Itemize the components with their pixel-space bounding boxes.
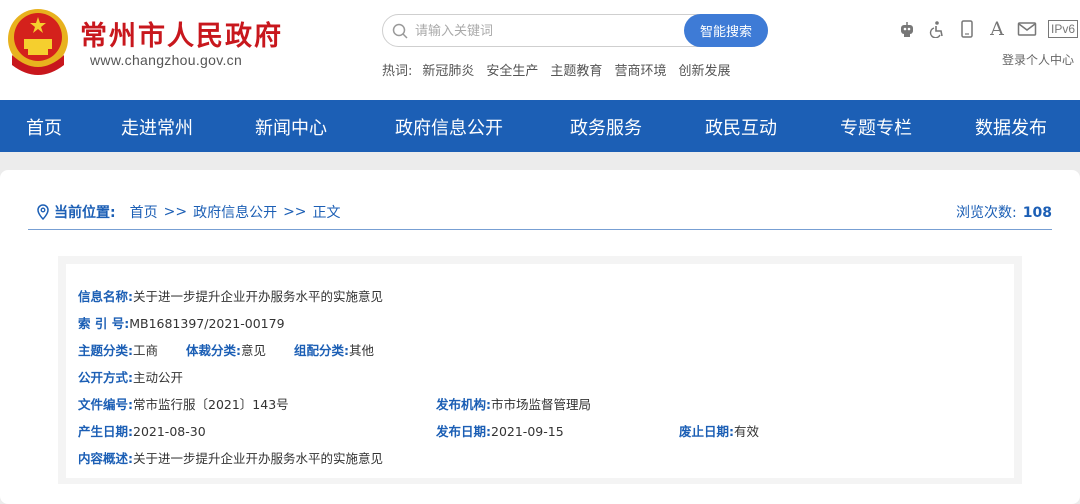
info-row-doc-number: 文件编号:常市监行服〔2021〕143号	[78, 394, 289, 413]
info-row-name: 信息名称:关于进一步提升企业开办服务水平的实施意见	[78, 286, 383, 305]
hot-word-link[interactable]: 创新发展	[678, 60, 730, 79]
info-metadata-box: 信息名称:关于进一步提升企业开办服务水平的实施意见 索 引 号:MB168139…	[58, 256, 1022, 484]
info-row-published-date: 发布日期:2021-09-15	[436, 421, 564, 440]
info-value: 常市监行服〔2021〕143号	[133, 397, 289, 412]
info-row-created-date: 产生日期:2021-08-30	[78, 421, 206, 440]
info-value: 关于进一步提升企业开办服务水平的实施意见	[133, 289, 384, 304]
breadcrumb-separator: >>	[163, 204, 188, 220]
info-value: MB1681397/2021-00179	[129, 316, 285, 331]
view-count: 浏览次数: 108	[956, 202, 1052, 222]
info-value: 市市场监督管理局	[491, 397, 592, 412]
smart-search-button[interactable]: 智能搜索	[684, 14, 768, 47]
info-value: 关于进一步提升企业开办服务水平的实施意见	[133, 451, 384, 466]
national-emblem-icon[interactable]	[4, 5, 72, 77]
info-key: 文件编号:	[78, 397, 133, 412]
location-pin-icon	[37, 204, 49, 220]
info-key: 组配分类:	[294, 343, 349, 358]
info-row-index: 索 引 号:MB1681397/2021-00179	[78, 313, 285, 332]
info-key: 体裁分类:	[186, 343, 241, 358]
hot-word-link[interactable]: 营商环境	[614, 60, 666, 79]
info-value: 其他	[349, 343, 375, 358]
nav-item-gov-services[interactable]: 政务服务	[570, 114, 642, 140]
font-size-icon[interactable]: A	[986, 18, 1008, 40]
breadcrumb-separator: >>	[283, 204, 307, 220]
info-row-classification: 主题分类:工商 体裁分类:意见 组配分类:其他	[78, 340, 374, 359]
search-input[interactable]	[415, 21, 675, 41]
info-row-publisher: 发布机构:市市场监督管理局	[436, 394, 591, 413]
nav-item-topics[interactable]: 专题专栏	[840, 114, 912, 140]
nav-item-news[interactable]: 新闻中心	[255, 114, 327, 140]
info-value: 2021-08-30	[133, 424, 206, 439]
breadcrumb-link-gov-info[interactable]: 政府信息公开	[193, 202, 277, 222]
hot-word-link[interactable]: 安全生产	[486, 60, 538, 79]
nav-item-home[interactable]: 首页	[26, 114, 62, 140]
search-icon	[392, 23, 408, 39]
info-key: 主题分类:	[78, 343, 133, 358]
info-value: 有效	[734, 424, 760, 439]
info-key: 信息名称:	[78, 289, 133, 304]
view-count-value: 108	[1022, 205, 1052, 221]
hot-words-label: 热词:	[382, 64, 413, 79]
info-key: 公开方式:	[78, 370, 133, 385]
breadcrumb-label: 当前位置:	[54, 205, 116, 221]
nav-item-interaction[interactable]: 政民互动	[705, 114, 777, 140]
info-value: 意见	[241, 343, 267, 358]
site-url: www.changzhou.gov.cn	[90, 52, 243, 68]
info-row-open-method: 公开方式:主动公开	[78, 367, 183, 386]
site-title[interactable]: 常州市人民政府	[80, 14, 283, 53]
info-key: 发布日期:	[436, 424, 491, 439]
nav-item-gov-info[interactable]: 政府信息公开	[395, 114, 503, 140]
divider	[28, 229, 1052, 230]
info-key: 内容概述:	[78, 451, 133, 466]
info-key: 发布机构:	[436, 397, 491, 412]
hot-word-link[interactable]: 新冠肺炎	[422, 60, 474, 79]
info-key: 索 引 号:	[78, 316, 130, 331]
mobile-icon[interactable]	[956, 18, 978, 40]
mail-icon[interactable]	[1016, 18, 1038, 40]
info-key: 产生日期:	[78, 424, 133, 439]
ipv6-icon[interactable]: IPv6	[1046, 18, 1080, 40]
breadcrumb: 当前位置: 首页 >> 政府信息公开 >> 正文	[36, 202, 341, 222]
robot-icon[interactable]	[896, 18, 918, 40]
hot-words: 热词: 新冠肺炎 安全生产 主题教育 营商环境 创新发展	[382, 60, 742, 79]
ipv6-label: IPv6	[1047, 20, 1078, 38]
site-header: 常州市人民政府 www.changzhou.gov.cn 智能搜索 热词: 新冠…	[0, 0, 1080, 100]
info-value: 2021-09-15	[491, 424, 564, 439]
info-key: 废止日期:	[679, 424, 734, 439]
accessibility-icon[interactable]	[926, 18, 948, 40]
info-value: 工商	[133, 343, 159, 358]
font-size-label: A	[990, 18, 1004, 40]
info-value: 主动公开	[133, 370, 184, 385]
hot-word-link[interactable]: 主题教育	[550, 60, 602, 79]
breadcrumb-current: 正文	[312, 205, 341, 221]
content-card: 当前位置: 首页 >> 政府信息公开 >> 正文 浏览次数: 108 信息名称:关…	[0, 170, 1080, 504]
search-bar: 智能搜索	[382, 14, 768, 47]
login-link[interactable]: 登录个人中心	[1002, 51, 1074, 68]
nav-item-about-changzhou[interactable]: 走进常州	[121, 114, 193, 140]
breadcrumb-link-home[interactable]: 首页	[130, 202, 158, 222]
toolbar: A IPv6	[896, 18, 1080, 40]
info-row-expire-date: 废止日期:有效	[679, 421, 759, 440]
view-count-label: 浏览次数:	[956, 205, 1017, 221]
main-nav: 首页 走进常州 新闻中心 政府信息公开 政务服务 政民互动 专题专栏 数据发布	[0, 100, 1080, 152]
info-metadata-panel: 信息名称:关于进一步提升企业开办服务水平的实施意见 索 引 号:MB168139…	[66, 264, 1014, 478]
info-row-summary: 内容概述:关于进一步提升企业开办服务水平的实施意见	[78, 448, 383, 467]
nav-item-data[interactable]: 数据发布	[975, 114, 1047, 140]
